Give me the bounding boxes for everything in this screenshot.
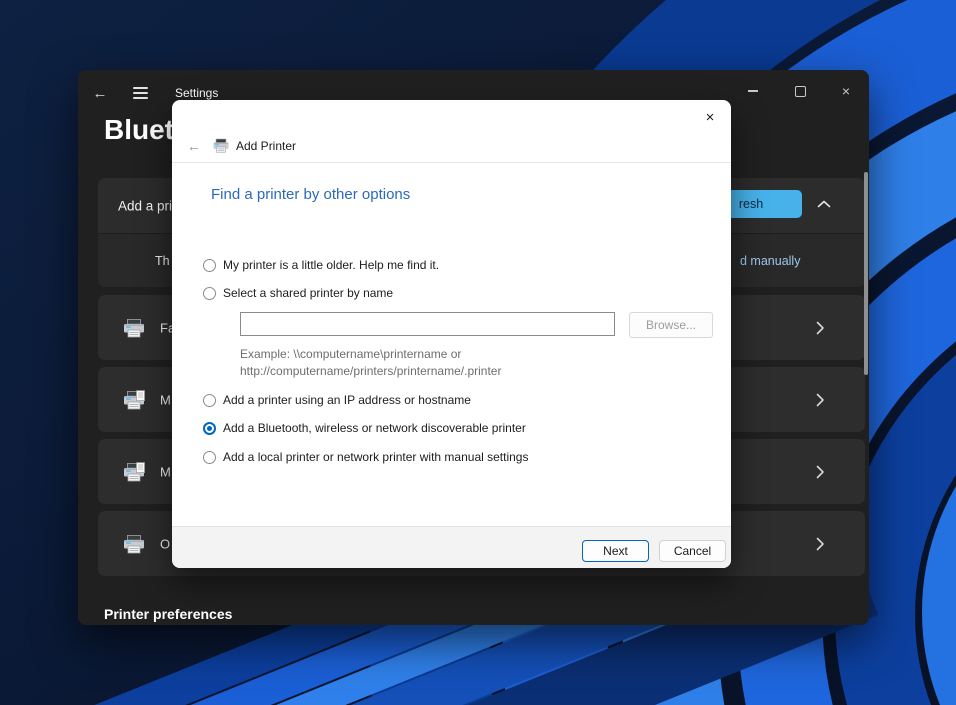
dialog-header: ← Add Printer bbox=[172, 130, 731, 163]
next-button[interactable]: Next bbox=[582, 540, 649, 562]
next-button-label: Next bbox=[603, 544, 628, 558]
printer-item-label: M bbox=[160, 392, 171, 407]
example-line-1: Example: \\computername\printername or bbox=[240, 347, 462, 361]
chevron-right-icon bbox=[816, 465, 824, 478]
dialog-title: Add Printer bbox=[236, 139, 297, 153]
radio-selected-icon bbox=[203, 421, 216, 435]
printer-document-icon bbox=[122, 462, 146, 482]
chevron-right-icon bbox=[816, 393, 824, 406]
back-arrow-icon: ← bbox=[187, 138, 201, 154]
example-line-2: http://computername/printers/printername… bbox=[240, 363, 502, 378]
add-manually-link[interactable]: d manually bbox=[740, 254, 800, 268]
radio-icon bbox=[203, 450, 216, 464]
printer-item-label: O bbox=[160, 536, 171, 551]
close-icon: × bbox=[705, 108, 715, 126]
printer-not-listed-label: Th bbox=[155, 253, 170, 268]
page-title: Bluet bbox=[104, 114, 174, 145]
printer-icon bbox=[123, 534, 145, 553]
radio-icon bbox=[203, 393, 216, 407]
radio-label: Add a local printer or network printer w… bbox=[223, 450, 529, 464]
radio-label: Select a shared printer by name bbox=[223, 286, 394, 300]
chevron-right-icon bbox=[816, 321, 824, 334]
printer-preferences-heading: Printer preferences bbox=[104, 606, 233, 622]
back-arrow-icon: ← bbox=[92, 84, 108, 102]
maximize-button[interactable] bbox=[785, 78, 815, 104]
dialog-close-button[interactable]: × bbox=[697, 105, 723, 129]
browse-button-label: Browse... bbox=[645, 318, 696, 332]
radio-option-older-printer[interactable]: My printer is a little older. Help me fi… bbox=[203, 257, 439, 273]
radio-label: Add a printer using an IP address or hos… bbox=[223, 393, 471, 407]
browse-button[interactable]: Browse... bbox=[629, 312, 713, 338]
printer-icon bbox=[123, 318, 145, 337]
radio-icon bbox=[203, 286, 216, 300]
maximize-icon bbox=[794, 85, 806, 97]
window-close-button[interactable]: × bbox=[831, 78, 861, 104]
cancel-button-label: Cancel bbox=[673, 544, 712, 558]
hamburger-menu-button[interactable] bbox=[130, 85, 150, 101]
dialog-back-button[interactable]: ← bbox=[182, 130, 206, 162]
radio-option-local-manual[interactable]: Add a local printer or network printer w… bbox=[203, 449, 528, 465]
minimize-icon bbox=[748, 90, 758, 92]
dialog-footer: Next Cancel bbox=[172, 526, 731, 568]
settings-back-button[interactable]: ← bbox=[88, 81, 112, 105]
minimize-button[interactable] bbox=[738, 78, 768, 104]
close-icon: × bbox=[841, 83, 851, 99]
dialog-heading: Find a printer by other options bbox=[211, 186, 411, 203]
hamburger-icon bbox=[132, 87, 148, 89]
vertical-scrollbar[interactable] bbox=[864, 172, 868, 375]
printer-document-icon bbox=[122, 390, 146, 410]
radio-label: My printer is a little older. Help me fi… bbox=[223, 258, 440, 272]
chevron-right-icon bbox=[816, 537, 824, 550]
chevron-up-icon[interactable] bbox=[817, 200, 831, 208]
add-printer-dialog: × ← Add Printer Find a printer by other … bbox=[172, 100, 731, 568]
refresh-button-label: resh bbox=[738, 197, 764, 211]
printer-icon bbox=[213, 138, 229, 153]
shared-printer-name-input[interactable] bbox=[240, 312, 615, 336]
radio-option-shared-printer[interactable]: Select a shared printer by name bbox=[203, 285, 393, 301]
cancel-button[interactable]: Cancel bbox=[659, 540, 726, 562]
share-name-example: Example: \\computername\printername or h… bbox=[240, 346, 501, 379]
radio-option-bluetooth-discoverable[interactable]: Add a Bluetooth, wireless or network dis… bbox=[203, 420, 526, 436]
radio-label: Add a Bluetooth, wireless or network dis… bbox=[223, 421, 526, 435]
printer-item-label: M bbox=[160, 464, 171, 479]
radio-option-ip-address[interactable]: Add a printer using an IP address or hos… bbox=[203, 392, 471, 408]
add-printer-label: Add a pri bbox=[118, 198, 173, 213]
radio-icon bbox=[203, 258, 216, 272]
app-title: Settings bbox=[175, 86, 219, 100]
